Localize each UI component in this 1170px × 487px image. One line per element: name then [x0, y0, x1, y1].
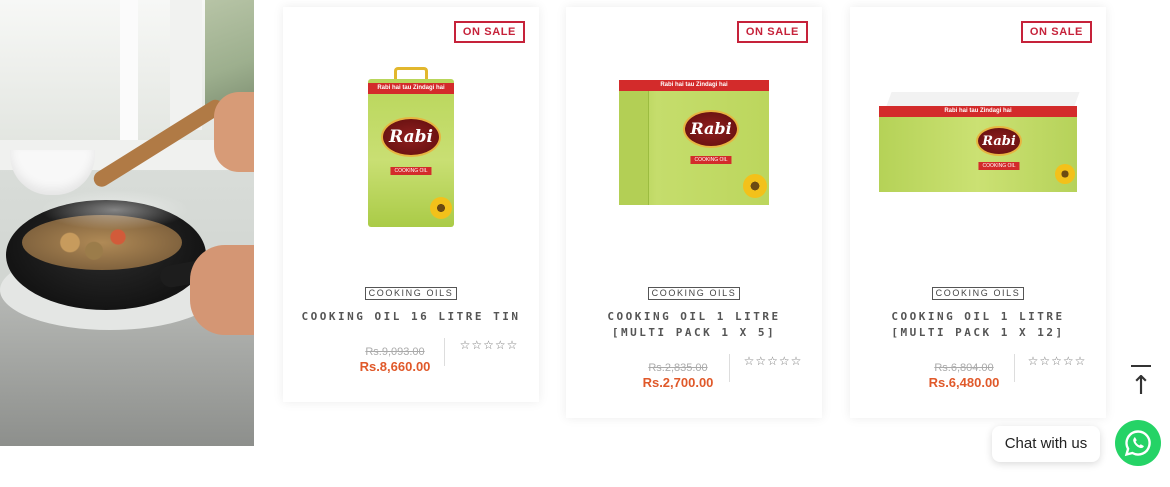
- product-image[interactable]: Rabi hai tau Zindagi hai Rabi COOKING OI…: [566, 47, 822, 237]
- on-sale-badge: ON SALE: [453, 21, 525, 43]
- old-price: Rs.9,093.00: [365, 346, 425, 358]
- old-price: Rs.2,835.00: [648, 362, 708, 374]
- category-tag[interactable]: COOKING OILS: [364, 287, 458, 300]
- star-rating: ☆☆☆☆☆: [459, 338, 519, 352]
- product-title[interactable]: COOKING OIL 1 LITRE [MULTI PACK 1 X 5]: [576, 309, 812, 341]
- product-card[interactable]: ON SALE Rabi hai tau Zindagi hai Rabi CO…: [566, 7, 822, 418]
- product-card[interactable]: ON SALE Rabi hai tau Zindagi hai Rabi CO…: [283, 7, 539, 402]
- oil-tin-image: Rabi hai tau Zindagi hai Rabi COOKING OI…: [368, 67, 454, 227]
- hero-cooking-image: [0, 0, 254, 446]
- multipack-12-image: Rabi hai tau Zindagi hai Rabi COOKING OI…: [879, 92, 1080, 192]
- product-image[interactable]: Rabi hai tau Zindagi hai Rabi COOKING OI…: [850, 47, 1106, 237]
- price-block: Rs.9,093.00 Rs.8,660.00: [345, 345, 445, 375]
- price-divider: [444, 338, 445, 366]
- on-sale-badge: ON SALE: [736, 21, 808, 43]
- product-card[interactable]: ON SALE Rabi hai tau Zindagi hai Rabi CO…: [850, 7, 1106, 418]
- product-title[interactable]: COOKING OIL 1 LITRE [MULTI PACK 1 X 12]: [860, 309, 1096, 341]
- star-rating: ☆☆☆☆☆: [1027, 354, 1087, 368]
- multipack-5-image: Rabi hai tau Zindagi hai Rabi COOKING OI…: [619, 79, 769, 205]
- category-tag[interactable]: COOKING OILS: [647, 287, 741, 300]
- price-block: Rs.2,835.00 Rs.2,700.00: [628, 361, 728, 391]
- star-rating: ☆☆☆☆☆: [743, 354, 803, 368]
- on-sale-badge: ON SALE: [1020, 21, 1092, 43]
- sale-price: Rs.6,480.00: [928, 375, 1000, 390]
- product-image[interactable]: Rabi hai tau Zindagi hai Rabi COOKING OI…: [283, 47, 539, 237]
- sale-price: Rs.2,700.00: [642, 375, 714, 390]
- price-block: Rs.6,804.00 Rs.6,480.00: [914, 361, 1014, 391]
- chat-with-us-label[interactable]: Chat with us: [992, 426, 1100, 462]
- whatsapp-button[interactable]: [1115, 420, 1161, 466]
- category-tag[interactable]: COOKING OILS: [931, 287, 1025, 300]
- whatsapp-icon: [1124, 430, 1151, 457]
- price-divider: [1014, 354, 1015, 382]
- old-price: Rs.6,804.00: [934, 362, 994, 374]
- back-to-top-button[interactable]: ↑: [1129, 365, 1153, 405]
- price-divider: [729, 354, 730, 382]
- product-title[interactable]: COOKING OIL 16 LITRE TIN: [293, 309, 529, 325]
- arrow-up-icon: ↑: [1130, 371, 1152, 401]
- sale-price: Rs.8,660.00: [359, 359, 431, 374]
